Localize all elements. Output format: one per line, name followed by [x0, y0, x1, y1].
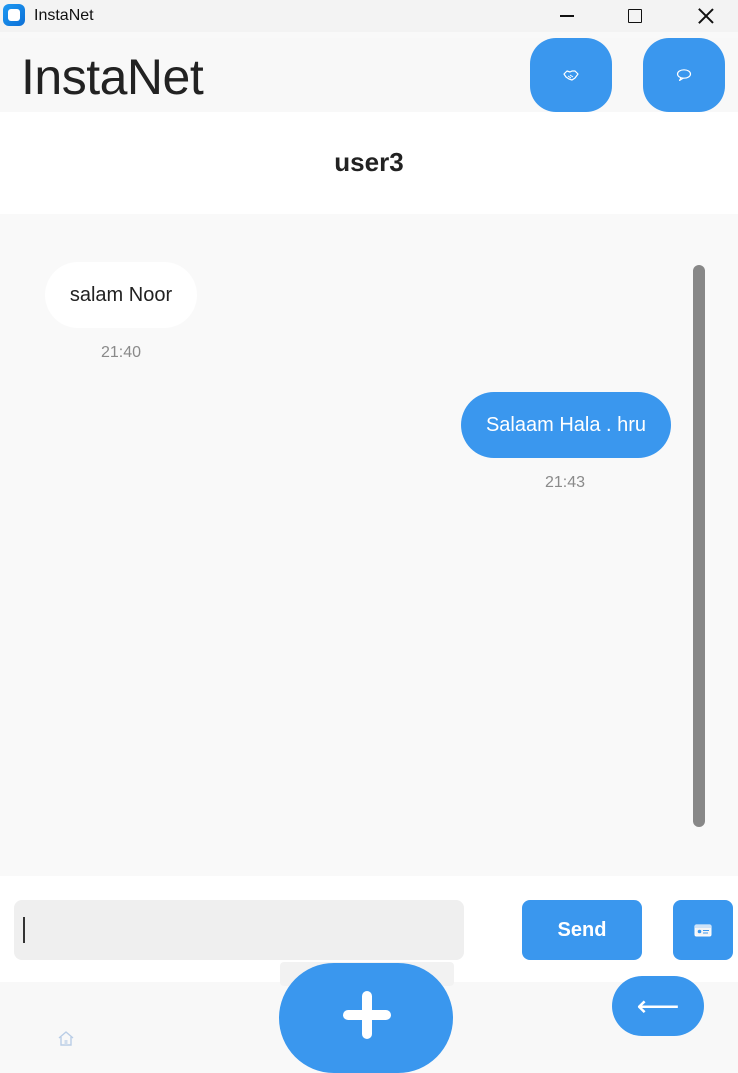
chat-button[interactable] — [643, 38, 725, 112]
chat-header: user3 — [0, 112, 738, 214]
add-post-button[interactable] — [279, 963, 453, 1073]
minimize-button[interactable] — [544, 0, 590, 32]
home-icon[interactable] — [57, 1030, 75, 1046]
message-bubble-incoming: salam Noor — [45, 262, 197, 328]
send-button[interactable]: Send — [522, 900, 642, 960]
back-button[interactable]: ⟵ — [612, 976, 704, 1036]
friends-button[interactable] — [530, 38, 612, 112]
handshake-icon — [563, 70, 579, 81]
brand-title: InstaNet — [21, 49, 204, 105]
message-bubble-outgoing: Salaam Hala . hru — [461, 392, 671, 458]
window-title: InstaNet — [34, 7, 94, 24]
close-icon — [698, 8, 714, 24]
id-card-icon — [694, 924, 712, 937]
maximize-button[interactable] — [612, 0, 658, 32]
maximize-icon — [628, 9, 642, 23]
chat-contact-name: user3 — [334, 146, 404, 177]
close-button[interactable] — [683, 0, 729, 32]
text-caret — [23, 917, 25, 943]
attach-button[interactable] — [673, 900, 733, 960]
speech-bubble-icon — [676, 69, 692, 82]
window-titlebar: InstaNet — [0, 0, 738, 32]
plus-icon-vertical — [362, 991, 372, 1039]
message-list: salam Noor 21:40 Salaam Hala . hru 21:43 — [0, 214, 738, 876]
app-header: InstaNet — [0, 38, 738, 112]
message-timestamp: 21:40 — [101, 344, 142, 361]
message-timestamp: 21:43 — [545, 474, 586, 491]
message-scrollbar[interactable] — [693, 265, 705, 827]
app-logo-icon — [3, 4, 25, 26]
message-input[interactable] — [14, 900, 464, 960]
minimize-icon — [560, 15, 574, 17]
